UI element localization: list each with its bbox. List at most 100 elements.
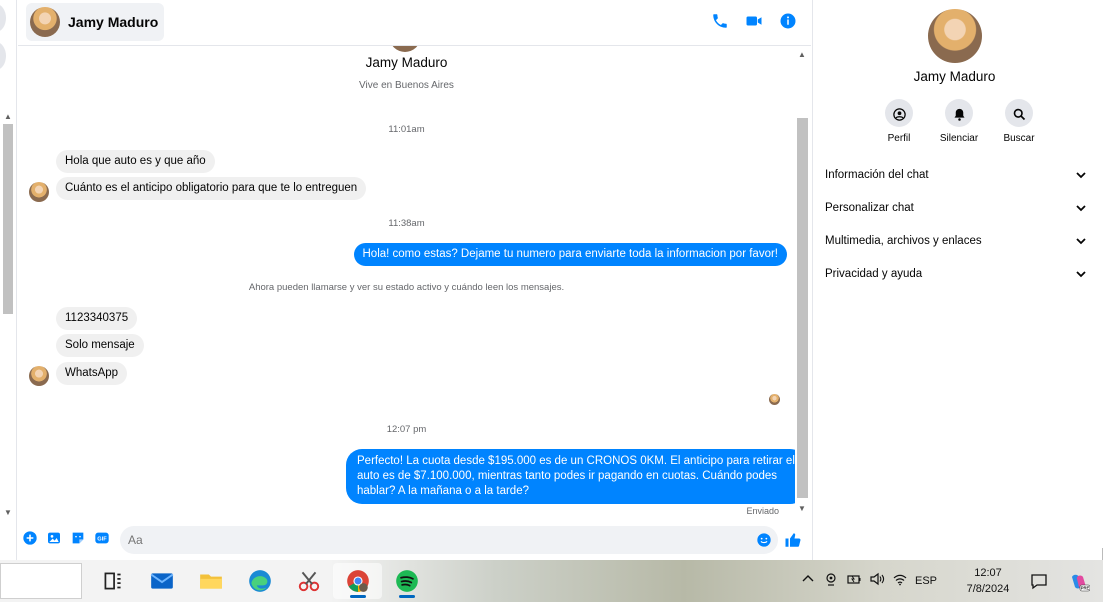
scissors-icon xyxy=(298,571,319,592)
chat-header: Jamy Maduro xyxy=(18,0,811,46)
incoming-message[interactable]: Solo mensaje xyxy=(56,334,144,357)
previous-panel-strip: ▲ ▼ xyxy=(0,0,17,560)
svg-text:PRE: PRE xyxy=(1081,586,1090,591)
left-scrollbar[interactable]: ▲ ▼ xyxy=(0,110,16,520)
left-scrollbar-thumb[interactable] xyxy=(3,124,13,314)
clock-date: 7/8/2024 xyxy=(966,583,1010,595)
windows-taskbar: ESP 12:07 7/8/2024 PRE xyxy=(0,560,1103,602)
wifi-icon[interactable] xyxy=(892,571,908,592)
incoming-message[interactable]: 1123340375 xyxy=(56,307,138,330)
chrome-icon xyxy=(346,570,369,592)
chat-scrollbar[interactable]: ▲ ▼ xyxy=(794,46,810,518)
edge-browser-button[interactable] xyxy=(235,563,284,599)
info-icon[interactable] xyxy=(779,12,797,30)
task-view-button[interactable] xyxy=(88,563,137,599)
timestamp: 12:07 pm xyxy=(386,424,427,435)
profile-location: Vive en Buenos Aires xyxy=(359,80,454,91)
thumbs-up-icon[interactable] xyxy=(784,531,802,549)
edge-icon xyxy=(248,570,271,592)
notification-icon[interactable] xyxy=(1030,572,1048,590)
message-line: hablar? A la mañana o a la tarde? xyxy=(357,485,529,497)
message-line: auto es de $7.100.000, mientras tanto po… xyxy=(357,470,778,482)
section-chat-info[interactable]: Información del chat xyxy=(825,158,1087,191)
system-notice: Ahora pueden llamarse y ver su estado ac… xyxy=(248,282,565,293)
chat-scrollbar-thumb[interactable] xyxy=(797,118,808,498)
conversation-info-panel: Jamy Maduro Perfil Silenciar Buscar Info… xyxy=(812,0,1103,560)
delivery-status: Enviado xyxy=(746,506,779,516)
emoji-icon[interactable] xyxy=(756,532,772,548)
timestamp: 11:01am xyxy=(388,124,425,135)
chevron-down-icon xyxy=(1076,204,1086,211)
mail-icon xyxy=(150,573,173,589)
search-button[interactable]: Buscar xyxy=(1001,99,1037,144)
section-privacy-support[interactable]: Privacidad y ayuda xyxy=(825,257,1087,290)
message-input[interactable] xyxy=(128,531,738,549)
mute-label: Silenciar xyxy=(939,133,979,144)
incoming-message[interactable]: WhatsApp xyxy=(56,362,128,385)
chevron-up-icon[interactable] xyxy=(800,571,816,592)
snipping-tool-button[interactable] xyxy=(284,563,333,599)
video-camera-icon[interactable] xyxy=(745,12,763,30)
incoming-message[interactable]: Cuánto es el anticipo obligatorio para q… xyxy=(56,177,367,200)
timestamp: 11:38am xyxy=(388,218,425,229)
avatar[interactable] xyxy=(928,9,982,63)
chat-window: Jamy Maduro Jamy Maduro Vive en Buenos A… xyxy=(18,0,811,560)
avatar xyxy=(390,46,420,52)
gif-icon[interactable]: GIF xyxy=(94,530,110,546)
webcam-icon[interactable] xyxy=(823,571,839,592)
bell-icon xyxy=(952,107,967,125)
svg-text:GIF: GIF xyxy=(97,537,107,543)
file-explorer-button[interactable] xyxy=(186,563,235,599)
system-tray: ESP xyxy=(800,566,937,596)
profile-name: Jamy Maduro xyxy=(365,55,448,70)
section-label: Información del chat xyxy=(825,168,929,181)
section-media-files-links[interactable]: Multimedia, archivos y enlaces xyxy=(825,224,1087,257)
sender-avatar[interactable] xyxy=(29,182,49,202)
message-list: Jamy Maduro Vive en Buenos Aires 11:01am… xyxy=(18,46,795,518)
section-label: Privacidad y ayuda xyxy=(825,267,923,280)
phone-icon[interactable] xyxy=(711,12,729,30)
sender-avatar[interactable] xyxy=(29,366,49,386)
chevron-down-icon xyxy=(1076,270,1086,277)
profile-label: Perfil xyxy=(887,133,911,144)
avatar xyxy=(30,7,60,37)
outgoing-message[interactable]: Perfecto! La cuota desde $195.000 es de … xyxy=(346,449,795,504)
contact-name: Jamy Maduro xyxy=(68,14,159,30)
message-input-wrapper xyxy=(120,526,778,554)
input-language[interactable]: ESP xyxy=(915,575,937,587)
clock-time: 12:07 xyxy=(974,567,1002,579)
previous-panel-button[interactable] xyxy=(0,4,6,32)
section-label: Multimedia, archivos y enlaces xyxy=(825,234,982,247)
volume-icon[interactable] xyxy=(869,571,885,592)
folder-icon xyxy=(199,574,222,589)
taskbar-search-box[interactable] xyxy=(0,563,82,599)
image-icon[interactable] xyxy=(46,530,62,546)
profile-icon xyxy=(892,107,907,125)
message-line: Perfecto! La cuota desde $195.000 es de … xyxy=(357,455,795,467)
mail-app-button[interactable] xyxy=(137,563,186,599)
mute-button[interactable]: Silenciar xyxy=(939,99,979,144)
incoming-message[interactable]: Hola que auto es y que año xyxy=(56,150,215,173)
taskbar-clock[interactable]: 12:07 7/8/2024 xyxy=(960,565,1016,597)
read-receipt-avatar xyxy=(769,394,780,405)
search-label: Buscar xyxy=(1003,133,1035,144)
spotify-button[interactable] xyxy=(382,563,431,599)
spotify-icon xyxy=(395,570,418,592)
chevron-down-icon xyxy=(1076,237,1086,244)
search-icon xyxy=(1012,107,1027,125)
sticker-icon[interactable] xyxy=(70,530,86,546)
profile-button[interactable]: Perfil xyxy=(881,99,917,144)
battery-icon[interactable] xyxy=(846,571,862,592)
section-customize-chat[interactable]: Personalizar chat xyxy=(825,191,1087,224)
copilot-icon[interactable]: PRE xyxy=(1068,571,1091,593)
contact-header-button[interactable]: Jamy Maduro xyxy=(26,3,165,41)
task-view-icon xyxy=(104,572,121,590)
section-label: Personalizar chat xyxy=(825,201,914,214)
previous-panel-button[interactable] xyxy=(0,42,6,70)
info-contact-name: Jamy Maduro xyxy=(913,69,996,84)
chevron-down-icon xyxy=(1076,171,1086,178)
outgoing-message[interactable]: Hola! como estas? Dejame tu numero para … xyxy=(353,243,787,266)
plus-icon[interactable] xyxy=(22,530,38,546)
message-composer: GIF xyxy=(18,522,811,558)
chrome-browser-button[interactable] xyxy=(333,563,382,599)
